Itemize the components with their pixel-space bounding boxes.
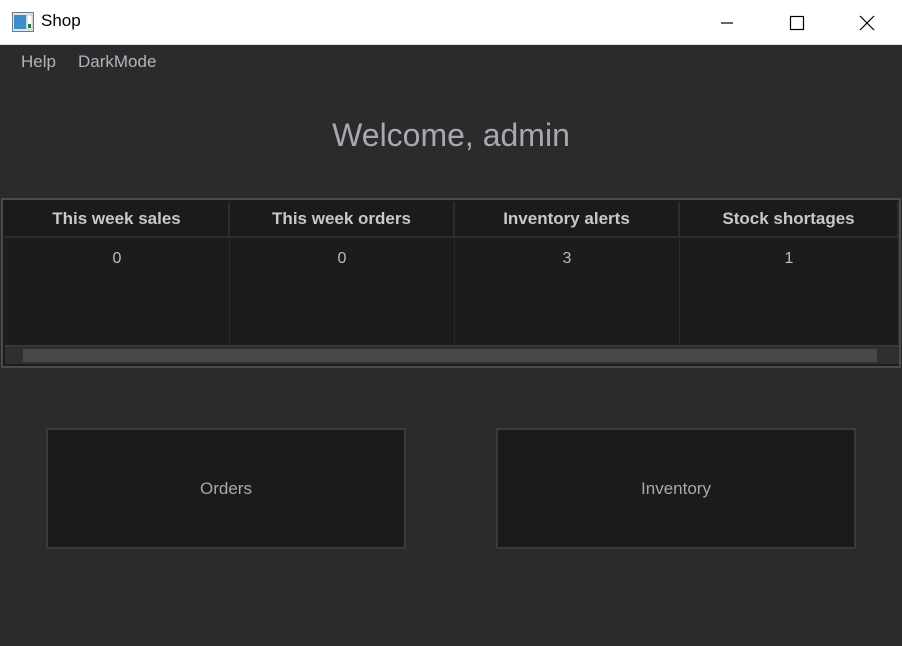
window-title: Shop — [41, 11, 81, 30]
menu-bar: Help DarkMode — [0, 45, 902, 77]
title-bar: Shop — [0, 0, 902, 45]
menu-darkmode[interactable]: DarkMode — [78, 52, 156, 72]
inventory-button[interactable]: Inventory — [496, 428, 856, 549]
table-row[interactable]: 0 0 3 1 — [5, 238, 899, 344]
close-icon — [859, 15, 875, 30]
header-inventory-alerts[interactable]: Inventory alerts — [455, 202, 680, 238]
maximize-button[interactable] — [762, 0, 832, 45]
cell-stock-shortages[interactable]: 1 — [680, 238, 899, 344]
header-this-week-sales[interactable]: This week sales — [5, 202, 230, 238]
cell-orders[interactable]: 0 — [230, 238, 455, 344]
app-icon — [12, 12, 34, 32]
welcome-heading: Welcome, admin — [332, 117, 570, 153]
scrollbar-thumb[interactable] — [23, 349, 877, 362]
header-stock-shortages[interactable]: Stock shortages — [680, 202, 899, 238]
cell-inventory-alerts[interactable]: 3 — [455, 238, 680, 344]
horizontal-scrollbar[interactable] — [5, 345, 899, 364]
maximize-icon — [789, 15, 805, 30]
stats-table: This week sales This week orders Invento… — [1, 198, 901, 368]
header-this-week-orders[interactable]: This week orders — [230, 202, 455, 238]
table-header: This week sales This week orders Invento… — [5, 202, 899, 238]
minimize-icon — [721, 21, 733, 24]
menu-help[interactable]: Help — [21, 52, 56, 72]
cell-sales[interactable]: 0 — [5, 238, 230, 344]
close-button[interactable] — [832, 0, 902, 45]
orders-button[interactable]: Orders — [46, 428, 406, 549]
minimize-button[interactable] — [692, 0, 762, 45]
